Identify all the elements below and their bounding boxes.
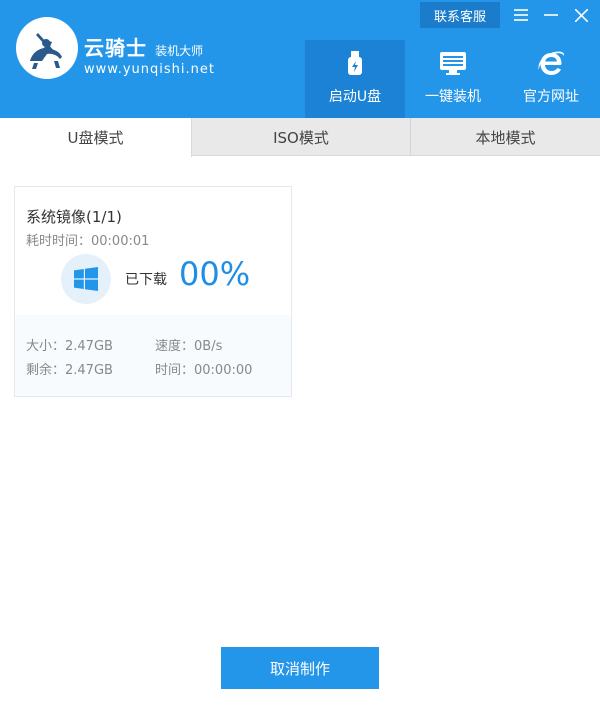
brand-url: www.yunqishi.net (84, 62, 215, 77)
nav-official-site[interactable]: 官方网址 (501, 40, 600, 118)
tab-local-mode[interactable]: 本地模式 (411, 118, 600, 156)
minimize-icon[interactable] (538, 4, 564, 26)
browser-e-icon (536, 48, 566, 78)
download-speed: 速度：0B/s (155, 339, 223, 354)
app-header: 云骑士 装机大师 www.yunqishi.net 联系客服 启动U盘 一键装机… (0, 0, 600, 118)
nav-official-site-label: 官方网址 (523, 89, 579, 105)
download-stats: 大小：2.47GB 速度：0B/s 剩余：2.47GB 时间：00:00:00 (15, 315, 291, 396)
download-percent: 00% (179, 255, 251, 293)
remaining-size: 剩余：2.47GB (26, 363, 113, 378)
tab-iso-mode[interactable]: ISO模式 (192, 118, 411, 156)
brand-subtitle: 装机大师 (155, 44, 204, 58)
monitor-icon (438, 48, 468, 78)
remaining-time: 时间：00:00:00 (155, 363, 253, 378)
menu-icon[interactable] (508, 4, 534, 26)
mode-tabs: U盘模式 ISO模式 本地模式 (0, 118, 600, 157)
card-title: 系统镜像(1/1) (26, 208, 122, 226)
windows-logo-icon (61, 254, 111, 304)
nav-usb-boot-label: 启动U盘 (328, 89, 382, 105)
elapsed-time: 耗时时间：00:00:01 (26, 234, 150, 249)
contact-service-button[interactable]: 联系客服 (420, 2, 500, 28)
cancel-button[interactable]: 取消制作 (221, 647, 379, 689)
download-card: 系统镜像(1/1) 耗时时间：00:00:01 已下载 00% 大小：2.47G… (14, 186, 292, 397)
downloaded-label: 已下载 (125, 272, 167, 288)
close-icon[interactable] (568, 4, 594, 26)
knight-logo-icon (16, 17, 78, 79)
brand-name: 云骑士 (84, 36, 147, 60)
nav-usb-boot[interactable]: 启动U盘 (305, 40, 405, 118)
nav-one-click-install[interactable]: 一键装机 (403, 40, 503, 118)
tab-usb-mode[interactable]: U盘模式 (0, 118, 192, 157)
file-size: 大小：2.47GB (26, 339, 113, 354)
usb-drive-icon (340, 48, 370, 78)
nav-one-click-install-label: 一键装机 (425, 89, 481, 105)
brand-title: 云骑士 装机大师 (84, 32, 203, 61)
